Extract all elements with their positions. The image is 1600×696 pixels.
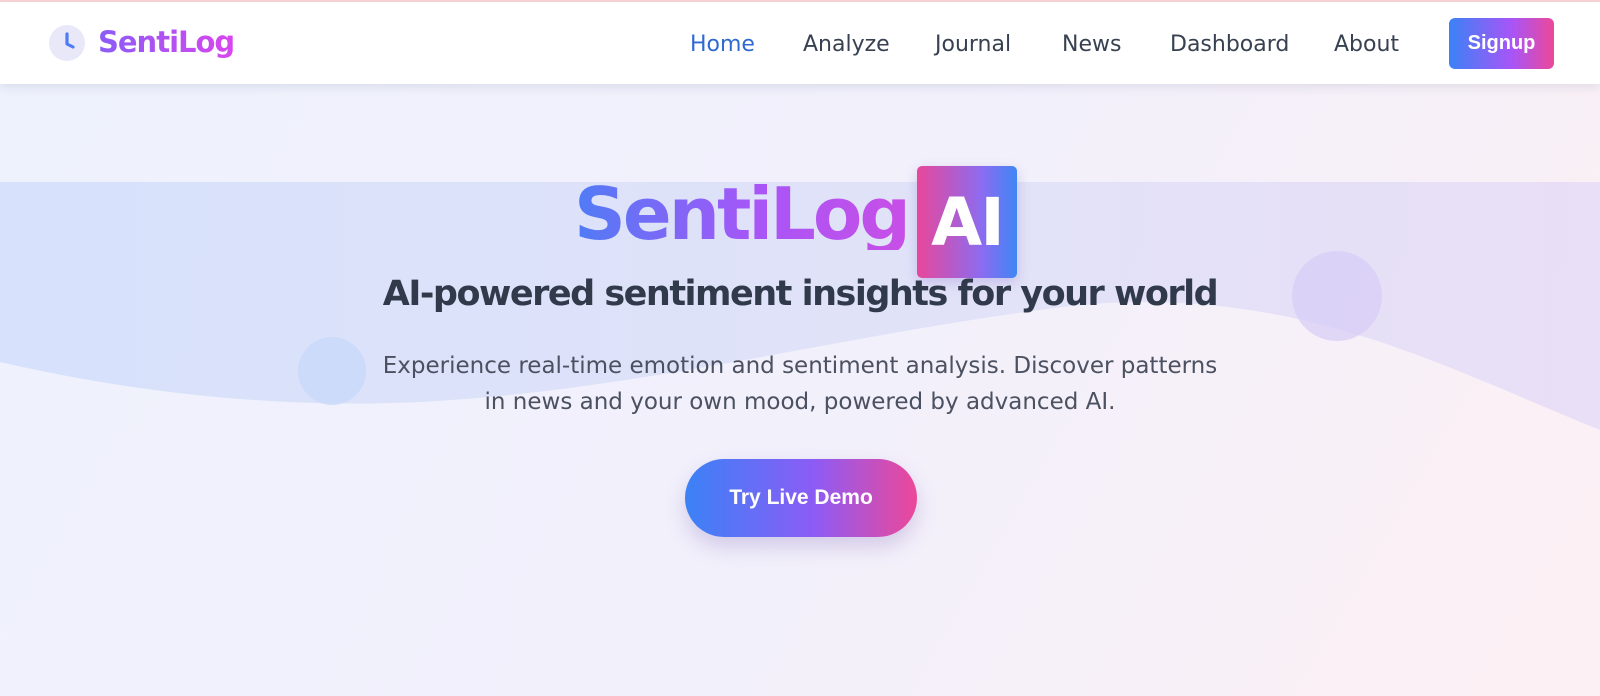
nav-item-home[interactable]: Home — [690, 32, 755, 57]
ai-badge: AI — [917, 166, 1017, 278]
navbar: SentiLog Home Analyze Journal News Dashb… — [0, 2, 1600, 84]
signup-button[interactable]: Signup — [1449, 18, 1554, 69]
brand-logo-text[interactable]: SentiLog — [98, 25, 235, 59]
nav-item-dashboard[interactable]: Dashboard — [1170, 32, 1289, 57]
clock-icon[interactable] — [49, 25, 85, 61]
nav-item-analyze[interactable]: Analyze — [803, 32, 890, 57]
nav-item-journal[interactable]: Journal — [935, 32, 1011, 57]
hero-description: Experience real-time emotion and sentime… — [382, 353, 1218, 415]
decorative-bubble — [298, 337, 366, 405]
try-live-demo-button[interactable]: Try Live Demo — [685, 459, 917, 537]
hero-tagline: AI-powered sentiment insights for your w… — [382, 274, 1219, 314]
nav-item-about[interactable]: About — [1334, 32, 1399, 57]
nav-item-news[interactable]: News — [1062, 32, 1121, 57]
hero-brand-title: SentiLog — [574, 172, 911, 256]
